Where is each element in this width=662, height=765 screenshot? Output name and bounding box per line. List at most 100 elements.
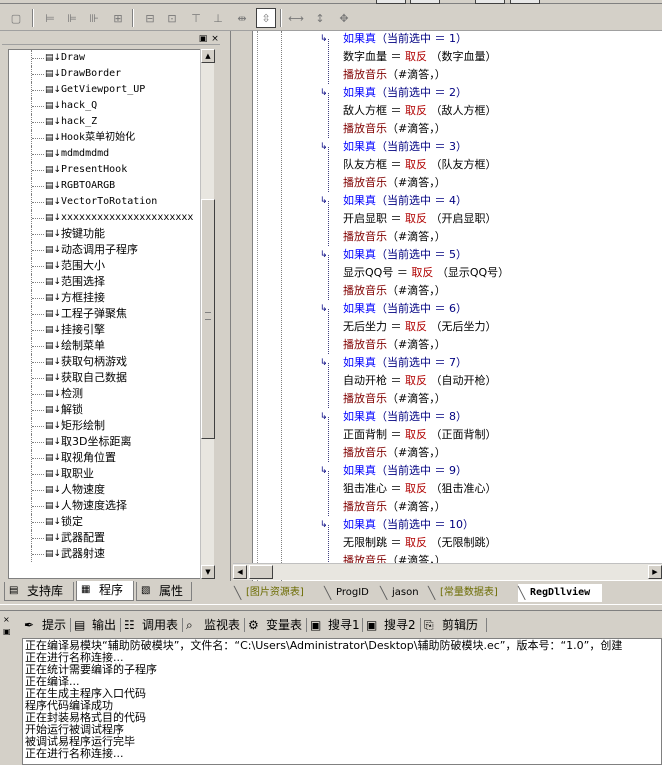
scroll-thumb[interactable] bbox=[201, 199, 215, 439]
maximize-icon[interactable]: ▣ bbox=[3, 627, 13, 637]
tree-item[interactable]: ▤↓ PresentHook bbox=[9, 162, 213, 178]
output-tab[interactable]: ▤ 输出 bbox=[72, 614, 122, 636]
tree-item[interactable]: ▤↓ hack_Z bbox=[9, 114, 213, 130]
tree-item[interactable]: ▤↓ 获取自己数据 bbox=[9, 370, 213, 386]
if-condition: （当前选中 ＝ bbox=[376, 464, 449, 477]
tree-item[interactable]: ▤↓ 武器配置 bbox=[9, 530, 213, 546]
tree-item[interactable]: ▤↓ 矩形绘制 bbox=[9, 418, 213, 434]
scroll-down-icon[interactable]: ▼ bbox=[201, 565, 215, 579]
arg-name: 数字血量 bbox=[441, 50, 486, 63]
tree-item-label: 挂接引擎 bbox=[61, 323, 105, 336]
tree-item[interactable]: ▤↓ 工程子弹聚焦 bbox=[9, 306, 213, 322]
code-tab[interactable]: ╲ [图片资源表] bbox=[234, 584, 322, 602]
code-tab[interactable]: ╲ ProgID bbox=[324, 584, 378, 602]
output-log[interactable]: 正在编译易模块“辅助防破模块”，文件名：“C:\Users\Administra… bbox=[22, 638, 662, 765]
grid-icon[interactable]: ⊞ bbox=[108, 8, 128, 28]
subroutine-icon: ▤↓ bbox=[45, 229, 62, 239]
code-tab[interactable]: ╲ RegDllview bbox=[518, 584, 602, 602]
tree-item[interactable]: ▤↓ 人物速度选择 bbox=[9, 498, 213, 514]
tree-item-label: mdmdmdmd bbox=[61, 148, 110, 159]
arg-close: ） bbox=[485, 212, 497, 225]
arg-close: ） bbox=[485, 320, 497, 333]
tree-item-label: 动态调用子程序 bbox=[61, 243, 138, 256]
tree-item[interactable]: ▤↓ 取职业 bbox=[9, 466, 213, 482]
tree-item[interactable]: ▤↓ 方框挂接 bbox=[9, 290, 213, 306]
maximize-icon[interactable]: ▣ bbox=[198, 34, 208, 44]
h-scroll-thumb[interactable] bbox=[249, 565, 273, 579]
tree-item[interactable]: ▤↓ 范围选择 bbox=[9, 274, 213, 290]
align-left-icon[interactable]: ⊨ bbox=[40, 8, 60, 28]
output-tab[interactable]: ✒ 提示 bbox=[22, 614, 72, 636]
code-editor[interactable]: ↳ 如果真（当前选中 ＝ 1） 数字血量 ＝ 取反 （数字血量） 播放音乐（#滴答，）… bbox=[230, 31, 662, 581]
tree-item[interactable]: ▤↓ 挂接引擎 bbox=[9, 322, 213, 338]
top-tab-2[interactable] bbox=[410, 0, 440, 4]
top-tab-1[interactable] bbox=[376, 0, 406, 4]
subroutine-icon: ▤↓ bbox=[45, 469, 62, 479]
output-tab[interactable]: ⌕ 监视表 bbox=[184, 614, 246, 636]
page-icon[interactable]: ▢ bbox=[6, 8, 26, 28]
arg-name: 正面背制 bbox=[441, 428, 486, 441]
if-value: 7 bbox=[449, 356, 456, 369]
tree-item[interactable]: ▤↓ Hook菜单初始化 bbox=[9, 130, 213, 146]
tree-item[interactable]: ▤↓ 武器射速 bbox=[9, 546, 213, 562]
tree-item[interactable]: ▤↓ 绘制菜单 bbox=[9, 338, 213, 354]
output-tab[interactable]: ▣ 搜寻2 bbox=[364, 614, 422, 636]
panel-divider[interactable] bbox=[0, 604, 662, 611]
tree-item[interactable]: ▤↓ Draw bbox=[9, 50, 213, 66]
tab-library[interactable]: ▤ 支持库 bbox=[4, 582, 74, 601]
close-icon[interactable]: × bbox=[210, 34, 220, 44]
tree-item[interactable]: ▤↓ hack_Q bbox=[9, 98, 213, 114]
align-right-icon[interactable]: ⊪ bbox=[84, 8, 104, 28]
scroll-up-icon[interactable]: ▲ bbox=[201, 49, 215, 63]
top-tab-3[interactable] bbox=[475, 0, 505, 4]
spacing-v-icon[interactable]: ⇳ bbox=[256, 8, 276, 28]
arg-name: 开启显职 bbox=[441, 212, 486, 225]
spacing-h-icon[interactable]: ⇹ bbox=[232, 8, 252, 28]
if-close: ） bbox=[456, 32, 467, 45]
close-icon[interactable]: × bbox=[3, 615, 13, 625]
output-tab[interactable]: ▣ 搜寻1 bbox=[308, 614, 364, 636]
eq-sign: ＝ bbox=[387, 320, 405, 333]
tab-program[interactable]: ▦ 程序 bbox=[76, 581, 134, 601]
tree-item[interactable]: ▤↓ 取视角位置 bbox=[9, 450, 213, 466]
tree-scrollbar[interactable]: ▲ ▼ bbox=[200, 49, 215, 579]
fold-arrow-icon: ↳ bbox=[320, 466, 328, 476]
if-value: 10 bbox=[449, 518, 463, 531]
code-horizontal-scrollbar[interactable]: ◀ ▶ bbox=[233, 563, 662, 580]
output-tab[interactable]: ⎘剪辑历史 bbox=[422, 614, 488, 654]
tree-item[interactable]: ▤↓ 获取句柄游戏 bbox=[9, 354, 213, 370]
tree-item[interactable]: ▤↓ 解锁 bbox=[9, 402, 213, 418]
tree-item[interactable]: ▤↓ RGBTOARGB bbox=[9, 178, 213, 194]
top-tab-4[interactable] bbox=[510, 0, 540, 4]
tree-item[interactable]: ▤↓ GetViewport_UP bbox=[9, 82, 213, 98]
tree-item[interactable]: ▤↓ 人物速度 bbox=[9, 482, 213, 498]
tree-item[interactable]: ▤↓ VectorToRotation bbox=[9, 194, 213, 210]
tree-item[interactable]: ▤↓ DrawBorder bbox=[9, 66, 213, 82]
center-h-icon[interactable]: ⊟ bbox=[140, 8, 160, 28]
align-center-icon[interactable]: ⊫ bbox=[62, 8, 82, 28]
output-tab[interactable]: ⚙ 变量表 bbox=[246, 614, 308, 636]
move-icon[interactable]: ✥ bbox=[334, 8, 354, 28]
scroll-right-icon[interactable]: ▶ bbox=[648, 565, 662, 579]
scroll-left-icon[interactable]: ◀ bbox=[233, 565, 247, 579]
center-v-icon[interactable]: ⊡ bbox=[162, 8, 182, 28]
height-icon[interactable]: ↕ bbox=[310, 8, 330, 28]
tree-item[interactable]: ▤↓ 检测 bbox=[9, 386, 213, 402]
tree-item[interactable]: ▤↓ 范围大小 bbox=[9, 258, 213, 274]
tree-item[interactable]: ▤↓ 动态调用子程序 bbox=[9, 242, 213, 258]
code-tab[interactable]: ╲ jason bbox=[380, 584, 426, 602]
code-tab[interactable]: ╲ [常量数据表] bbox=[428, 584, 516, 602]
tab-properties[interactable]: ▧ 属性 bbox=[136, 582, 192, 601]
arg-open: （ bbox=[427, 428, 442, 441]
arg-name: 无后坐力 bbox=[441, 320, 486, 333]
tree-item[interactable]: ▤↓ mdmdmdmd bbox=[9, 146, 213, 162]
tree-item[interactable]: ▤↓ 锁定 bbox=[9, 514, 213, 530]
tree-item[interactable]: ▤↓ 取3D坐标距离 bbox=[9, 434, 213, 450]
output-tab[interactable]: ☷ 调用表 bbox=[122, 614, 184, 636]
tree-item[interactable]: ▤↓ xxxxxxxxxxxxxxxxxxxxxx bbox=[9, 210, 213, 226]
top-icon[interactable]: ⊤ bbox=[186, 8, 206, 28]
tree-item[interactable]: ▤↓ 按键功能 bbox=[9, 226, 213, 242]
bottom-icon[interactable]: ⊥ bbox=[208, 8, 228, 28]
width-icon[interactable]: ⟷ bbox=[286, 8, 306, 28]
fold-arrow-icon: ↳ bbox=[320, 142, 328, 152]
